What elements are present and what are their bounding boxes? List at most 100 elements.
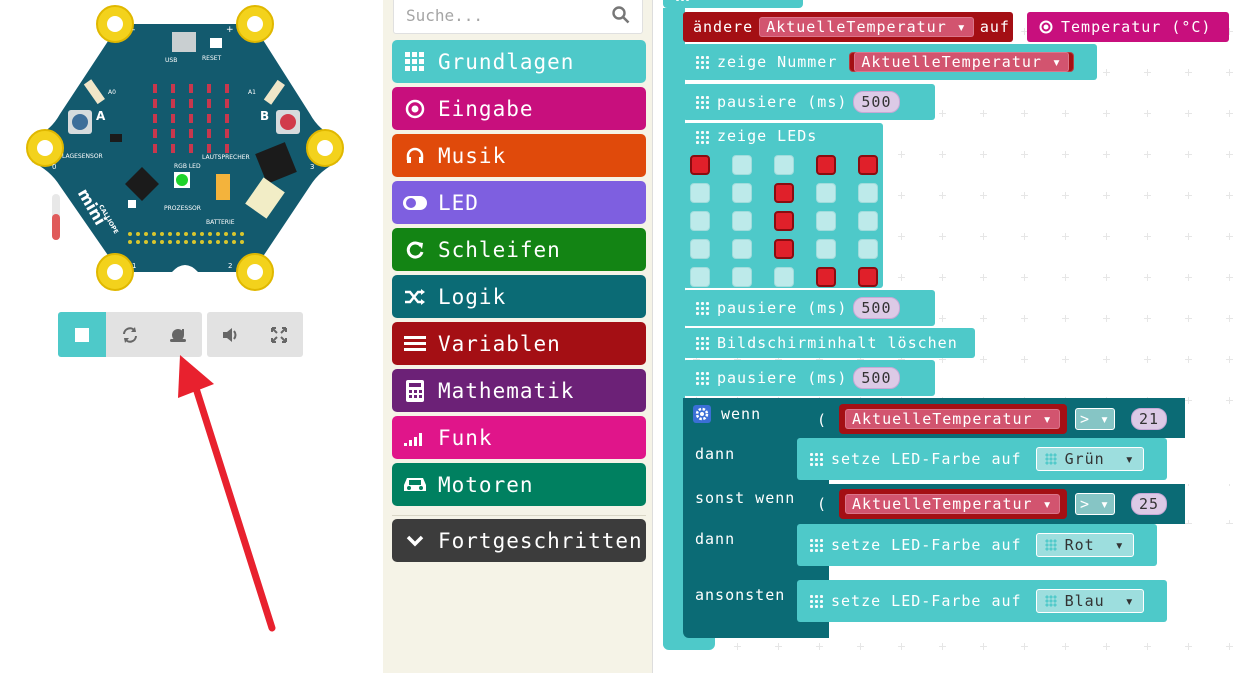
color-value: Blau xyxy=(1064,592,1105,610)
category-grundlagen[interactable]: Grundlagen xyxy=(392,40,646,83)
color-dropdown[interactable]: Rot ▾ xyxy=(1035,533,1134,557)
variable-dropdown[interactable]: AktuelleTemperatur ▾ xyxy=(845,409,1060,429)
led-cell-off[interactable] xyxy=(732,211,752,231)
grid-cross xyxy=(1226,69,1233,76)
category-schleifen[interactable]: Schleifen xyxy=(392,228,646,271)
set-led-color-block[interactable]: setze LED-Farbe auf Blau ▾ xyxy=(797,580,1167,622)
variable-dropdown[interactable]: AktuelleTemperatur ▾ xyxy=(759,17,974,37)
category-led[interactable]: LED xyxy=(392,181,646,224)
grid-icon xyxy=(695,55,709,69)
led-cell-off[interactable] xyxy=(732,239,752,259)
grid-cross xyxy=(1021,151,1028,158)
led-cell-off[interactable] xyxy=(732,155,752,175)
grid-cross xyxy=(898,233,905,240)
pause-value-input[interactable]: 500 xyxy=(853,91,900,113)
pause-block[interactable]: pausiere (ms) 500 xyxy=(683,290,935,326)
variable-block[interactable]: AktuelleTemperatur ▾ xyxy=(849,52,1074,72)
variable-block[interactable]: AktuelleTemperatur ▾ xyxy=(839,404,1067,434)
gear-icon[interactable] xyxy=(693,405,711,423)
pause-value-input[interactable]: 500 xyxy=(853,297,900,319)
led-cell-off[interactable] xyxy=(774,267,794,287)
show-number-block[interactable]: zeige Nummer AktuelleTemperatur ▾ xyxy=(683,44,1097,80)
grid-cross xyxy=(1185,110,1192,117)
variable-name: AktuelleTemperatur xyxy=(852,495,1033,513)
variable-name: AktuelleTemperatur xyxy=(861,53,1042,71)
variable-dropdown[interactable]: AktuelleTemperatur ▾ xyxy=(854,52,1069,72)
grid-cross xyxy=(980,315,987,322)
led-cell-off[interactable] xyxy=(690,239,710,259)
grid-cross xyxy=(1103,110,1110,117)
search-icon[interactable] xyxy=(612,6,630,24)
compare-value-input[interactable]: 21 xyxy=(1131,408,1168,430)
category-label: Musik xyxy=(438,143,507,168)
forever-block-arm xyxy=(663,8,685,648)
category-funk[interactable]: Funk xyxy=(392,416,646,459)
operator-dropdown[interactable]: > ▾ xyxy=(1075,408,1116,430)
grid-cross xyxy=(1062,233,1069,240)
color-dropdown[interactable]: Blau ▾ xyxy=(1035,589,1144,613)
led-cell-off[interactable] xyxy=(690,183,710,203)
grid-cross xyxy=(1021,274,1028,281)
grid-cross xyxy=(1144,643,1151,650)
set-variable-label: ändere xyxy=(693,18,754,36)
led-cell-on[interactable] xyxy=(690,155,710,175)
category-musik[interactable]: Musik xyxy=(392,134,646,177)
grid-cross xyxy=(1226,397,1233,404)
category-eingabe[interactable]: Eingabe xyxy=(392,87,646,130)
temperature-block[interactable]: Temperatur (°C) xyxy=(1027,12,1229,42)
grid-cross xyxy=(1062,315,1069,322)
pause-value: 500 xyxy=(861,93,892,111)
grid-cross xyxy=(939,274,946,281)
led-cell-on[interactable] xyxy=(858,267,878,287)
led-cell-on[interactable] xyxy=(816,155,836,175)
operator-dropdown[interactable]: > ▾ xyxy=(1075,493,1116,515)
set-led-color-block[interactable]: setze LED-Farbe auf Grün ▾ xyxy=(797,438,1167,480)
blocks-workspace[interactable]: dauerhaft ändere AktuelleTemperatur ▾ au… xyxy=(655,0,1252,673)
variable-dropdown[interactable]: AktuelleTemperatur ▾ xyxy=(845,494,1060,514)
set-led-color-label: setze LED-Farbe auf xyxy=(831,450,1022,468)
grid-cross xyxy=(1226,233,1233,240)
grid-cross xyxy=(1062,192,1069,199)
grid-cross xyxy=(1185,643,1192,650)
led-cell-off[interactable] xyxy=(774,155,794,175)
variable-block[interactable]: AktuelleTemperatur ▾ xyxy=(839,489,1067,519)
category-fortgeschritten[interactable]: Fortgeschritten xyxy=(392,519,646,562)
category-variablen[interactable]: Variablen xyxy=(392,322,646,365)
led-cell-on[interactable] xyxy=(816,267,836,287)
pause-block[interactable]: pausiere (ms) 500 xyxy=(683,360,935,396)
led-cell-off[interactable] xyxy=(690,267,710,287)
led-cell-off[interactable] xyxy=(858,183,878,203)
grid-cross xyxy=(939,643,946,650)
category-logik[interactable]: Logik xyxy=(392,275,646,318)
grid-icon xyxy=(1044,595,1057,607)
led-cell-on[interactable] xyxy=(858,155,878,175)
led-cell-off[interactable] xyxy=(816,211,836,231)
set-led-color-block[interactable]: setze LED-Farbe auf Rot ▾ xyxy=(797,524,1157,566)
compare-value-input[interactable]: 25 xyxy=(1131,493,1168,515)
led-cell-on[interactable] xyxy=(774,239,794,259)
set-variable-block[interactable]: ändere AktuelleTemperatur ▾ auf ( xyxy=(683,12,1025,42)
compare-value: 25 xyxy=(1139,495,1160,513)
clear-screen-block[interactable]: Bildschirminhalt löschen xyxy=(683,328,975,358)
category-mathematik[interactable]: Mathematik xyxy=(392,369,646,412)
search-input[interactable]: Suche... xyxy=(406,6,483,25)
led-cell-off[interactable] xyxy=(732,183,752,203)
led-cell-on[interactable] xyxy=(774,211,794,231)
led-cell-off[interactable] xyxy=(732,267,752,287)
grid-cross xyxy=(1021,192,1028,199)
led-cell-off[interactable] xyxy=(858,239,878,259)
signal-icon xyxy=(402,425,428,451)
show-leds-block[interactable]: zeige LEDs xyxy=(683,123,883,288)
led-cell-off[interactable] xyxy=(690,211,710,231)
forever-block[interactable]: dauerhaft xyxy=(663,0,803,8)
color-dropdown[interactable]: Grün ▾ xyxy=(1035,447,1144,471)
pause-block[interactable]: pausiere (ms) 500 xyxy=(683,84,935,120)
led-cell-off[interactable] xyxy=(816,239,836,259)
led-cell-on[interactable] xyxy=(774,183,794,203)
pause-value-input[interactable]: 500 xyxy=(853,367,900,389)
search-box[interactable]: Suche... xyxy=(393,0,643,34)
grid-cross xyxy=(1185,315,1192,322)
led-cell-off[interactable] xyxy=(858,211,878,231)
category-motoren[interactable]: Motoren xyxy=(392,463,646,506)
led-cell-off[interactable] xyxy=(816,183,836,203)
